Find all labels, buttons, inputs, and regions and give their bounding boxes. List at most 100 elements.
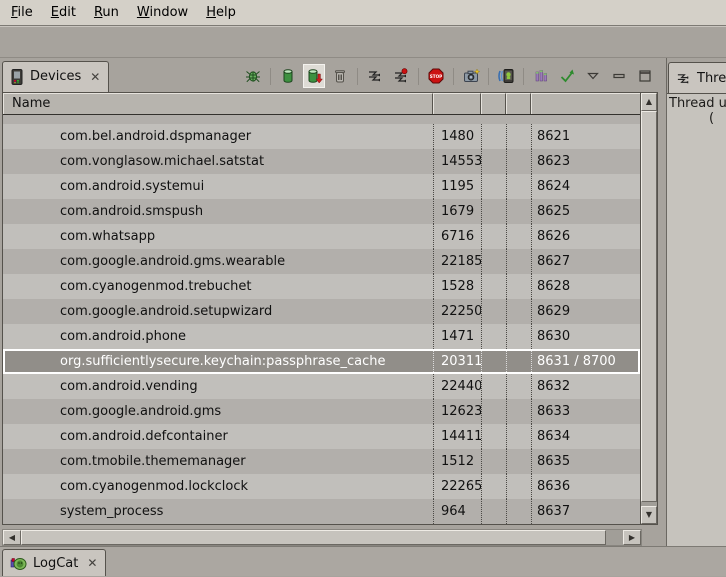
update-heap-button[interactable] bbox=[277, 64, 299, 88]
hierarchy-view-button[interactable] bbox=[530, 64, 552, 88]
devices-toolbar: STOP bbox=[242, 63, 656, 89]
tab-threads[interactable]: Threa bbox=[668, 62, 726, 93]
column-header-empty1[interactable] bbox=[481, 93, 506, 114]
scroll-left-button[interactable]: ◀ bbox=[3, 530, 21, 545]
process-name-cell: com.tmobile.thememanager bbox=[3, 449, 433, 474]
empty-cell bbox=[506, 174, 531, 199]
menu-edit[interactable]: Edit bbox=[42, 2, 85, 23]
empty-cell bbox=[481, 274, 506, 299]
coolbar-empty bbox=[0, 26, 726, 58]
capture-system-ui-button[interactable] bbox=[495, 64, 517, 88]
menu-file[interactable]: File bbox=[2, 2, 42, 23]
device-table-row[interactable]: com.android.phone 1471 8630 bbox=[3, 324, 640, 349]
empty-cell bbox=[481, 474, 506, 499]
process-pid-cell: 22185 bbox=[433, 249, 481, 274]
process-port-cell: 8634 bbox=[531, 424, 640, 449]
screen-capture-button[interactable] bbox=[460, 64, 482, 88]
device-table-row[interactable]: com.android.vending 22440 8632 bbox=[3, 374, 640, 399]
toolbar-separator bbox=[488, 68, 489, 85]
toolbar-separator bbox=[418, 68, 419, 85]
maximize-view-button[interactable] bbox=[634, 64, 656, 88]
column-header-name[interactable]: Name bbox=[3, 93, 433, 114]
device-table-row[interactable]: com.whatsapp 6716 8626 bbox=[3, 224, 640, 249]
vertical-scrollbar-thumb[interactable] bbox=[641, 111, 657, 502]
menu-run[interactable]: Run bbox=[85, 2, 128, 23]
partial-device-row[interactable] bbox=[3, 115, 640, 124]
empty-cell bbox=[506, 324, 531, 349]
empty-cell bbox=[506, 299, 531, 324]
process-name-cell: com.whatsapp bbox=[3, 224, 433, 249]
scroll-right-button[interactable]: ▶ bbox=[623, 530, 641, 545]
column-header-port[interactable] bbox=[531, 93, 640, 114]
trash-icon bbox=[332, 68, 348, 84]
horizontal-scrollbar-thumb[interactable] bbox=[21, 530, 606, 545]
scroll-up-button[interactable]: ▲ bbox=[641, 93, 657, 111]
green-arrow-icon bbox=[559, 68, 575, 84]
minimize-icon bbox=[613, 71, 625, 81]
device-table-row[interactable]: system_process 964 8637 bbox=[3, 499, 640, 524]
start-tracing-button[interactable] bbox=[556, 64, 578, 88]
empty-cell bbox=[506, 149, 531, 174]
device-table-row[interactable]: com.cyanogenmod.trebuchet 1528 8628 bbox=[3, 274, 640, 299]
column-header-pid[interactable] bbox=[433, 93, 481, 114]
empty-cell bbox=[481, 174, 506, 199]
view-menu-button[interactable] bbox=[582, 64, 604, 88]
process-pid-cell: 1480 bbox=[433, 124, 481, 149]
empty-cell bbox=[481, 349, 506, 374]
process-name-cell: com.android.systemui bbox=[3, 174, 433, 199]
device-table-row[interactable]: com.cyanogenmod.lockclock 22265 8636 bbox=[3, 474, 640, 499]
process-port-cell: 8633 bbox=[531, 399, 640, 424]
empty-cell bbox=[481, 199, 506, 224]
tab-devices[interactable]: Devices ✕ bbox=[2, 61, 109, 92]
empty-cell bbox=[481, 449, 506, 474]
menu-help[interactable]: Help bbox=[197, 2, 245, 23]
device-table-row[interactable]: com.android.systemui 1195 8624 bbox=[3, 174, 640, 199]
empty-cell bbox=[481, 249, 506, 274]
tab-threads-label: Threa bbox=[697, 71, 726, 86]
threads-message-line2: ( bbox=[709, 111, 726, 126]
minimize-view-button[interactable] bbox=[608, 64, 630, 88]
dump-hprof-button[interactable] bbox=[303, 64, 325, 88]
process-pid-cell: 1471 bbox=[433, 324, 481, 349]
empty-cell bbox=[481, 299, 506, 324]
start-method-profiling-button[interactable] bbox=[390, 64, 412, 88]
device-table-row[interactable]: com.bel.android.dspmanager 1480 8621 bbox=[3, 124, 640, 149]
device-table-row[interactable]: com.vonglasow.michael.satstat 14553 8623 bbox=[3, 149, 640, 174]
tab-logcat[interactable]: LogCat ✕ bbox=[2, 549, 106, 576]
update-threads-button[interactable] bbox=[364, 64, 386, 88]
column-header-empty2[interactable] bbox=[506, 93, 531, 114]
tab-devices-close-icon[interactable]: ✕ bbox=[90, 71, 100, 83]
empty-cell bbox=[481, 499, 506, 524]
device-table-row[interactable]: com.google.android.gms.wearable 22185 86… bbox=[3, 249, 640, 274]
stop-process-button[interactable]: STOP bbox=[425, 64, 447, 88]
tab-logcat-close-icon[interactable]: ✕ bbox=[87, 557, 97, 569]
process-port-cell: 8621 bbox=[531, 124, 640, 149]
empty-cell bbox=[481, 149, 506, 174]
heap-dump-arrow-icon bbox=[306, 68, 323, 84]
process-port-cell: 8626 bbox=[531, 224, 640, 249]
vertical-scrollbar: ▲ ▼ bbox=[640, 93, 657, 524]
process-pid-cell: 964 bbox=[433, 499, 481, 524]
empty-cell bbox=[506, 249, 531, 274]
process-port-cell: 8630 bbox=[531, 324, 640, 349]
threads-view: Threa Thread up ( bbox=[666, 58, 726, 546]
device-table-row[interactable]: com.android.smspush 1679 8625 bbox=[3, 199, 640, 224]
menubar: File Edit Run Window Help bbox=[0, 0, 726, 26]
menu-window[interactable]: Window bbox=[128, 2, 197, 23]
scroll-down-button[interactable]: ▼ bbox=[641, 506, 657, 524]
device-table-row[interactable]: com.google.android.setupwizard 22250 862… bbox=[3, 299, 640, 324]
device-table-row[interactable]: com.google.android.gms 12623 8633 bbox=[3, 399, 640, 424]
devices-tabstrip: Devices ✕ bbox=[0, 58, 662, 92]
process-port-cell: 8635 bbox=[531, 449, 640, 474]
device-table-rows: com.bel.android.dspmanager 1480 8621 com… bbox=[3, 115, 640, 524]
device-table-row[interactable]: com.tmobile.thememanager 1512 8635 bbox=[3, 449, 640, 474]
camera-icon bbox=[463, 68, 480, 84]
logcat-panel: LogCat ✕ bbox=[0, 546, 726, 576]
device-table-row[interactable]: com.android.defcontainer 14411 8634 bbox=[3, 424, 640, 449]
empty-cell bbox=[506, 199, 531, 224]
cause-gc-button[interactable] bbox=[329, 64, 351, 88]
process-name-cell: system_process bbox=[3, 499, 433, 524]
process-port-cell: 8624 bbox=[531, 174, 640, 199]
debug-selected-process-button[interactable] bbox=[242, 64, 264, 88]
device-table-row[interactable]: org.sufficientlysecure.keychain:passphra… bbox=[3, 349, 640, 374]
